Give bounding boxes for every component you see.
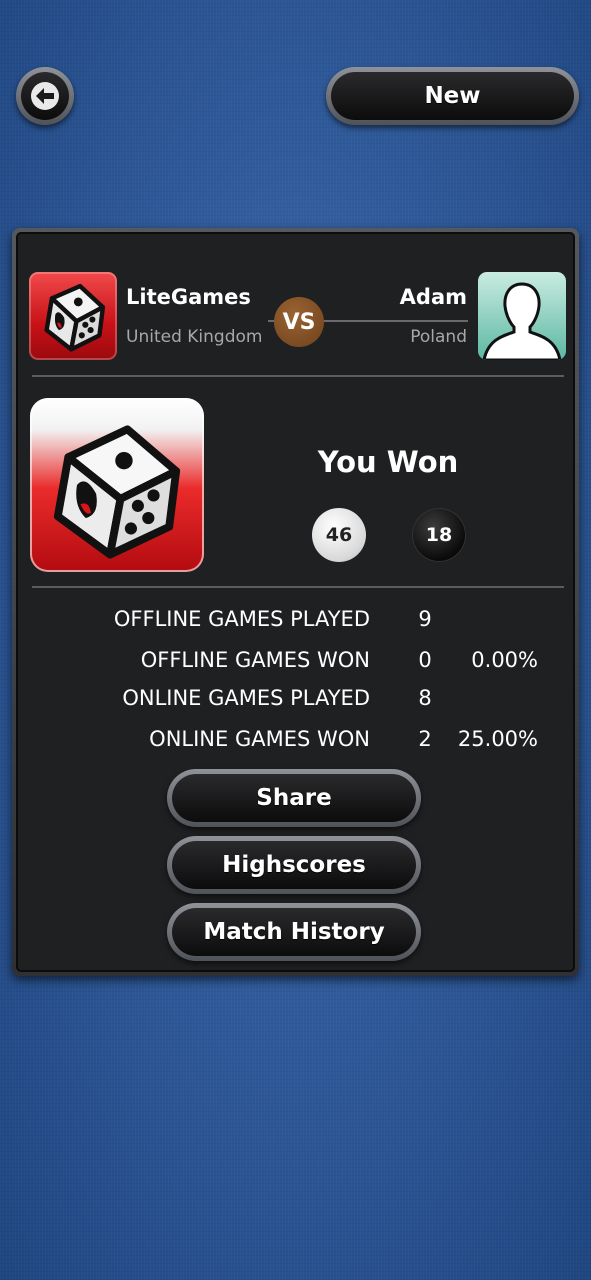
player2-avatar [478,272,566,360]
divider-top [32,375,564,377]
player1-name: LiteGames [126,285,251,309]
share-label: Share [172,774,416,822]
stat-offline-played-value: 9 [418,607,432,631]
stat-online-played-label: ONLINE GAMES PLAYED [122,686,370,710]
player2-name: Adam [399,285,467,309]
result-title: You Won [317,445,459,479]
stat-offline-won-percent: 0.00% [471,648,538,672]
vs-badge: VS [274,297,324,347]
stat-offline-played-label: OFFLINE GAMES PLAYED [113,607,370,631]
stat-online-won-label: ONLINE GAMES WON [149,727,370,751]
vs-label: VS [282,309,316,335]
player1-avatar [29,272,117,360]
player2-score: 18 [412,508,466,562]
match-history-button[interactable]: Match History [167,903,421,961]
large-dice-icon [53,425,181,559]
new-game-button[interactable]: New [326,67,579,125]
game-logo [30,398,204,572]
person-silhouette-icon [482,282,562,360]
highscores-label: Highscores [172,841,416,889]
player1-score: 46 [312,508,366,562]
stat-online-played-value: 8 [418,686,432,710]
player2-country: Poland [410,327,467,347]
dice-icon [44,283,106,352]
share-button[interactable]: Share [167,769,421,827]
back-button[interactable] [16,67,74,125]
divider-middle [32,586,564,588]
match-history-label: Match History [172,908,416,956]
player1-country: United Kingdom [126,327,263,347]
stat-online-won-percent: 25.00% [457,727,538,751]
highscores-button[interactable]: Highscores [167,836,421,894]
stat-offline-won-label: OFFLINE GAMES WON [140,648,370,672]
new-game-label: New [331,72,574,120]
left-arrow-icon [31,82,59,110]
